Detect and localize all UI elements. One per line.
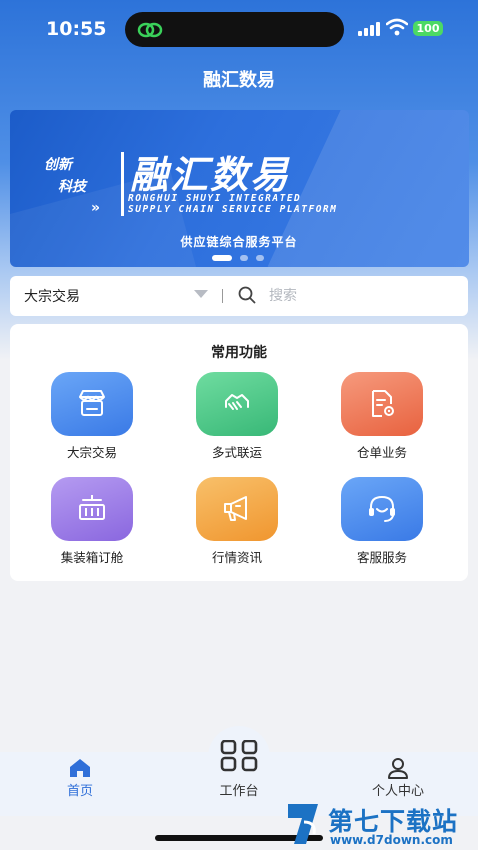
banner-slogan-line2: 科技	[58, 179, 86, 195]
function-customer-service[interactable]: 客服服务	[322, 477, 442, 577]
store-icon	[79, 390, 105, 416]
dropdown-triangle-icon[interactable]	[194, 290, 208, 298]
status-bar: 10:55 100	[0, 0, 478, 58]
watermark-logo-icon	[288, 804, 318, 844]
megaphone-icon	[224, 496, 247, 521]
carousel-dot[interactable]	[240, 255, 248, 261]
customer-service-icon	[369, 495, 395, 522]
status-time: 10:55	[46, 18, 107, 40]
dynamic-island	[125, 12, 344, 47]
function-label: 行情资讯	[211, 550, 262, 565]
page-title: 融汇数易	[203, 70, 275, 91]
wifi-icon	[386, 18, 408, 36]
function-bulk-trade[interactable]: 大宗交易	[32, 372, 152, 472]
link-icon	[137, 22, 163, 38]
tab-label: 个人中心	[371, 784, 424, 799]
function-warehouse-receipt[interactable]: 仓单业务	[322, 372, 442, 472]
function-label: 客服服务	[356, 550, 407, 565]
function-container-booking[interactable]: 集装箱订舱	[32, 477, 152, 577]
signal-icon	[358, 20, 382, 36]
grid-icon[interactable]	[220, 740, 258, 772]
function-label: 多式联运	[211, 445, 262, 460]
banner-divider	[121, 152, 124, 216]
carousel-dot-active[interactable]	[212, 255, 232, 261]
carousel-indicator[interactable]	[212, 255, 272, 261]
function-label: 仓单业务	[356, 445, 407, 460]
search-input[interactable]	[267, 284, 451, 308]
search-icon[interactable]	[238, 286, 256, 304]
common-functions-card: 常用功能 大宗交易 多式联运 仓单业务 集装箱订舱 行情资讯 客服服务	[10, 324, 468, 581]
category-select[interactable]: 大宗交易	[24, 286, 80, 306]
watermark-url: www.d7down.com	[330, 833, 453, 847]
double-chevron-icon: »	[91, 200, 101, 216]
search-bar: 大宗交易	[10, 276, 468, 316]
banner-slogan-line1: 创新	[44, 157, 72, 173]
search-divider	[222, 289, 223, 303]
document-gear-icon	[372, 390, 394, 417]
function-market-news[interactable]: 行情资讯	[177, 477, 297, 577]
tab-label: 首页	[66, 784, 93, 799]
function-label: 大宗交易	[66, 445, 117, 460]
function-multimodal-transport[interactable]: 多式联运	[177, 372, 297, 472]
banner-subtitle: 供应链综合服务平台	[180, 235, 298, 249]
banner-english-line2: SUPPLY CHAIN SERVICE PLATFORM	[128, 204, 338, 215]
handshake-icon	[225, 394, 249, 410]
user-icon	[388, 758, 408, 779]
container-icon	[79, 495, 105, 520]
function-label: 集装箱订舱	[60, 550, 124, 565]
tab-workbench[interactable]: 工作台	[179, 780, 299, 799]
banner-english-line1: RONGHUI SHUYI INTEGRATED	[128, 193, 302, 204]
home-icon	[70, 759, 90, 777]
carousel-dot[interactable]	[256, 255, 264, 261]
tab-home[interactable]: 首页	[20, 752, 140, 812]
card-title: 常用功能	[211, 345, 267, 361]
banner-brand-name: 融汇数易	[130, 153, 291, 197]
battery-icon: 100	[413, 21, 443, 36]
watermark: 第七下载站 www.d7down.com	[284, 800, 478, 850]
